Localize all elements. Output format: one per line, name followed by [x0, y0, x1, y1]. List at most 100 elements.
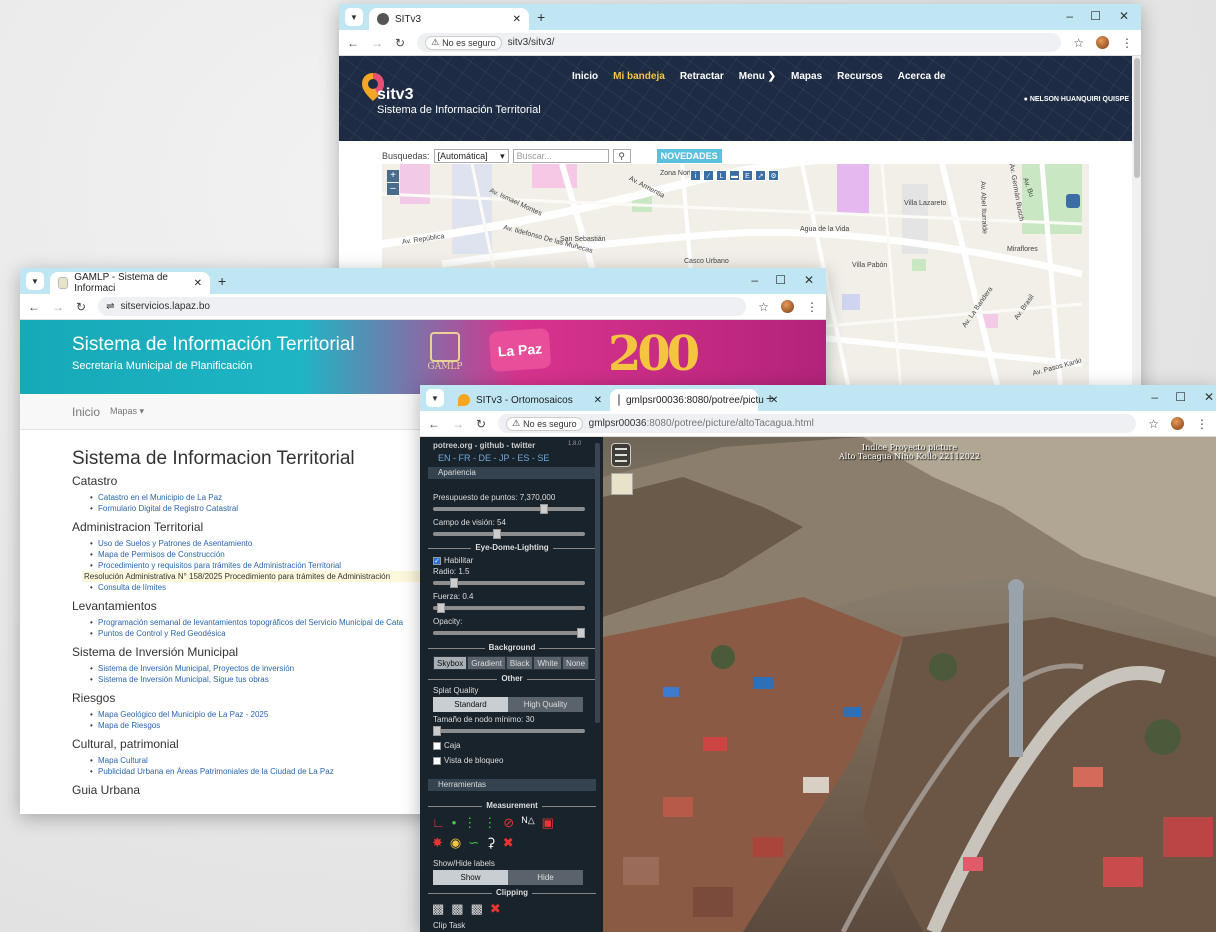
tab-search-button[interactable]: ▼: [26, 272, 44, 290]
scrollbar-thumb[interactable]: [1133, 58, 1140, 178]
close-window-button[interactable]: ✕: [1204, 390, 1214, 404]
minimize-button[interactable]: –: [751, 273, 758, 287]
profile-avatar[interactable]: [781, 300, 794, 313]
edl-radius-slider[interactable]: [433, 578, 585, 588]
measure-line-icon[interactable]: ∕: [703, 170, 714, 181]
search-input[interactable]: Buscar...: [512, 149, 609, 163]
menu-kebab-icon[interactable]: ⋮: [1121, 36, 1133, 50]
profile-tool-icon[interactable]: ∽: [468, 835, 479, 851]
slider-knob[interactable]: [436, 603, 445, 613]
tab-gamlp[interactable]: GAMLP - Sistema de Informaci ✕: [50, 272, 210, 294]
nav-retractar[interactable]: Retractar: [680, 71, 724, 82]
tab-search-button[interactable]: ▼: [345, 8, 363, 26]
edl-opacity-slider[interactable]: [433, 628, 585, 638]
reload-icon[interactable]: ↻: [395, 36, 405, 50]
fov-slider[interactable]: [433, 529, 585, 539]
hide-labels-button[interactable]: Hide: [508, 870, 583, 885]
lock-view-checkbox[interactable]: Vista de bloqueo: [433, 756, 503, 765]
print-tool-icon[interactable]: ▬: [729, 170, 740, 181]
remove-all-measurements-icon[interactable]: ✖: [503, 835, 514, 851]
tab-sitv3[interactable]: SITv3 ✕: [369, 8, 529, 30]
measure-area-icon[interactable]: L: [716, 170, 727, 181]
point-cloud-viewport[interactable]: Indice Proyecto picture Alto Tacagua Niñ…: [603, 437, 1216, 932]
slider-knob[interactable]: [433, 726, 441, 736]
edit-tool-icon[interactable]: E: [742, 170, 753, 181]
nav-recursos[interactable]: Recursos: [837, 71, 883, 82]
checkbox-icon[interactable]: [433, 756, 441, 765]
minimize-button[interactable]: –: [1151, 390, 1158, 404]
forward-icon[interactable]: →: [371, 36, 383, 50]
tab-potree[interactable]: gmlpsr00036:8080/potree/pictu ✕: [610, 389, 778, 411]
angle-tool-icon[interactable]: ∟: [432, 815, 445, 831]
bg-none-button[interactable]: None: [561, 656, 590, 670]
maximize-button[interactable]: ☐: [775, 273, 786, 287]
not-secure-badge[interactable]: ⚠ No es seguro: [506, 416, 583, 431]
tab-sitv3-ortomosaicos[interactable]: SITv3 - Ortomosaicos ✕: [450, 389, 610, 411]
close-tab-icon[interactable]: ✕: [513, 14, 521, 25]
sidebar-scrollbar[interactable]: [595, 443, 600, 723]
splat-standard-button[interactable]: Standard: [433, 697, 508, 712]
checkbox-checked-icon[interactable]: ✓: [433, 556, 441, 565]
show-labels-button[interactable]: Show: [433, 870, 508, 885]
nav-mapas[interactable]: Mapas: [791, 71, 822, 82]
circle-tool-icon[interactable]: ⊘: [503, 815, 514, 831]
bg-skybox-button[interactable]: Skybox: [433, 656, 468, 670]
info-tool-icon[interactable]: i: [690, 170, 701, 181]
maximize-button[interactable]: ☐: [1090, 9, 1101, 23]
bookmark-star-icon[interactable]: ☆: [1073, 36, 1084, 50]
menu-kebab-icon[interactable]: ⋮: [806, 300, 818, 314]
bg-gradient-button[interactable]: Gradient: [467, 656, 506, 670]
clip-volume-icon[interactable]: ▩: [432, 901, 444, 917]
slider-knob[interactable]: [450, 578, 459, 588]
zoom-in-button[interactable]: +: [387, 170, 399, 182]
user-menu[interactable]: ● NELSON HUANQUIRI QUISPE: [1024, 96, 1129, 103]
herramientas-panel-header[interactable]: Herramientas: [428, 779, 596, 791]
settings-tool-icon[interactable]: ⚙: [768, 170, 779, 181]
azimuth-tool-icon[interactable]: N△: [521, 815, 534, 831]
site-settings-icon[interactable]: ⇌: [106, 301, 114, 312]
maximize-button[interactable]: ☐: [1175, 390, 1186, 404]
height-tool-icon[interactable]: ⋮: [483, 815, 496, 831]
splat-high-quality-button[interactable]: High Quality: [508, 697, 583, 712]
checkbox-icon[interactable]: [433, 741, 441, 750]
close-window-button[interactable]: ✕: [1119, 9, 1129, 23]
close-tab-icon[interactable]: ✕: [194, 278, 202, 289]
forward-icon[interactable]: →: [52, 300, 64, 314]
apariencia-panel-header[interactable]: Apariencia: [428, 467, 596, 479]
point-budget-slider[interactable]: [433, 504, 585, 514]
min-node-size-slider[interactable]: [433, 726, 585, 736]
forward-icon[interactable]: →: [452, 417, 464, 431]
slider-knob[interactable]: [539, 504, 548, 514]
close-tab-icon[interactable]: ✕: [594, 395, 602, 406]
slider-knob[interactable]: [577, 628, 585, 638]
fullscreen-tool-icon[interactable]: ↗: [755, 170, 766, 181]
caja-checkbox[interactable]: Caja: [433, 741, 460, 750]
close-tab-icon[interactable]: ✕: [770, 395, 778, 406]
nav-inicio[interactable]: Inicio: [72, 405, 100, 419]
sphere-tool-icon[interactable]: ◉: [450, 835, 461, 851]
back-icon[interactable]: ←: [428, 417, 440, 431]
reload-icon[interactable]: ↻: [76, 300, 86, 314]
profile-avatar[interactable]: [1096, 36, 1109, 49]
edl-enable-checkbox[interactable]: ✓ Habilitar: [433, 556, 473, 565]
highlighted-notice[interactable]: Resolución Administrativa N° 158/2025 Pr…: [82, 571, 442, 582]
edl-strength-slider[interactable]: [433, 603, 585, 613]
back-icon[interactable]: ←: [347, 36, 359, 50]
nav-mapas[interactable]: Mapas ▾: [110, 406, 144, 417]
menu-kebab-icon[interactable]: ⋮: [1196, 417, 1208, 431]
remove-clipping-icon[interactable]: ✖: [490, 901, 501, 917]
search-button[interactable]: ⚲: [612, 149, 631, 163]
point-tool-icon[interactable]: •: [452, 815, 457, 831]
language-selector[interactable]: EN - FR - DE - JP - ES - SE: [438, 453, 549, 463]
clip-polygon-icon[interactable]: ▩: [451, 901, 463, 917]
new-tab-button[interactable]: +: [218, 273, 226, 289]
nav-mi-bandeja[interactable]: Mi bandeja: [613, 71, 665, 82]
slider-knob[interactable]: [492, 529, 501, 539]
not-secure-badge[interactable]: ⚠ No es seguro: [425, 35, 502, 50]
reload-icon[interactable]: ↻: [476, 417, 486, 431]
page-scrollbar[interactable]: [1132, 56, 1141, 404]
bg-white-button[interactable]: White: [533, 656, 562, 670]
nav-acerca-de[interactable]: Acerca de: [898, 71, 946, 82]
clip-box-icon[interactable]: ▩: [471, 901, 483, 917]
bookmark-star-icon[interactable]: ☆: [758, 300, 769, 314]
